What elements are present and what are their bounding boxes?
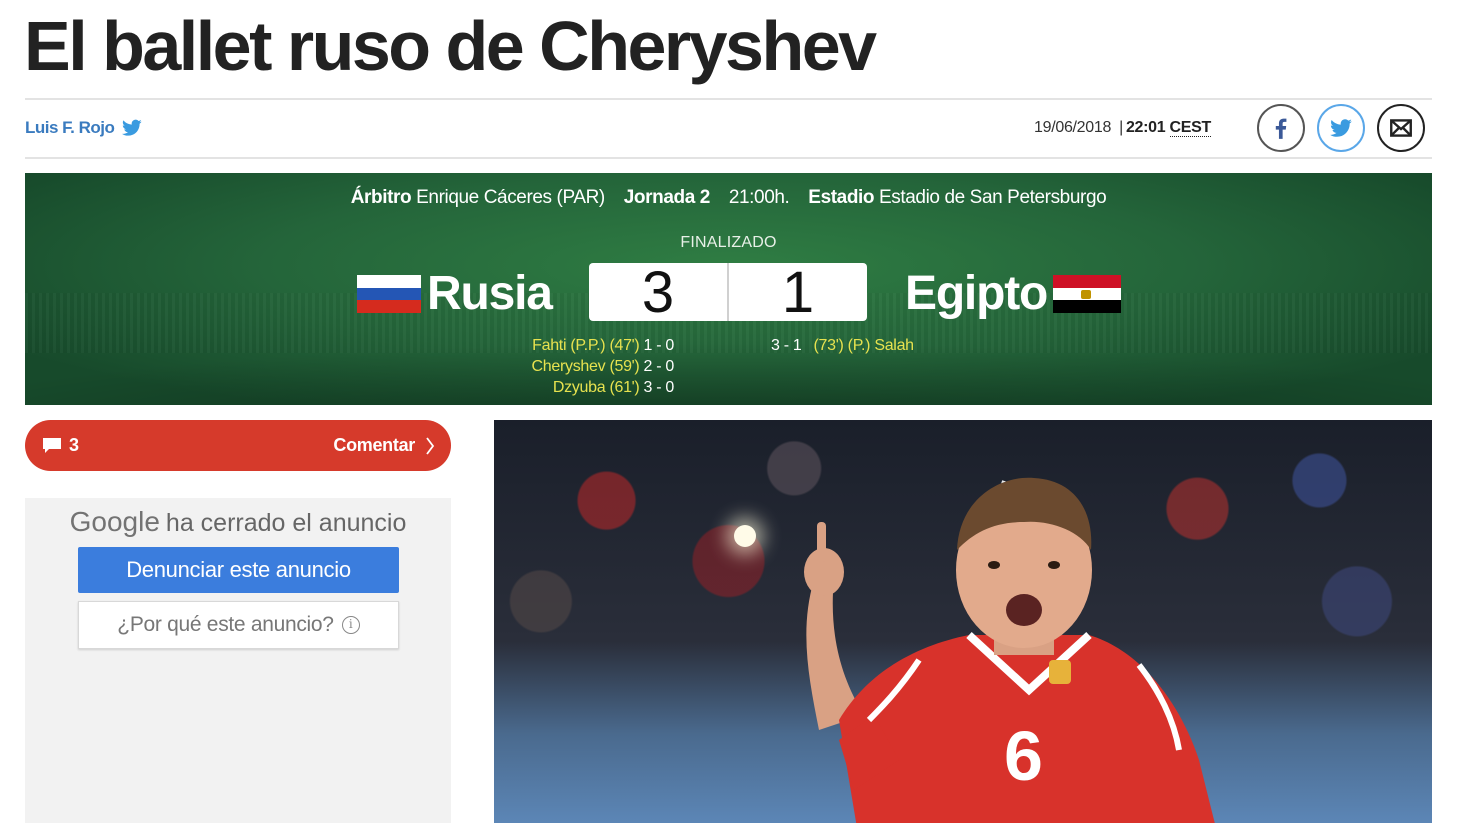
goal-row: Cheryshev (59') 2 - 0	[531, 356, 675, 377]
divider	[25, 157, 1432, 159]
why-this-ad-label: ¿Por qué este anuncio?	[117, 613, 334, 636]
timezone-abbr[interactable]: CEST	[1169, 119, 1211, 137]
chevron-right-icon	[426, 436, 435, 455]
match-scoreboard: Árbitro Enrique Cáceres (PAR) Jornada 2 …	[25, 173, 1432, 405]
match-status: FINALIZADO	[680, 234, 777, 251]
goal-score: 3 - 1	[771, 337, 802, 354]
stadium-light	[734, 525, 756, 547]
share-email-button[interactable]	[1377, 104, 1425, 152]
article-headline: El ballet ruso de Cheryshev	[24, 7, 877, 85]
publish-meta: 19/06/2018 | 22:01 CEST	[1034, 119, 1211, 137]
goal-row: Fahti (P.P.) (47') 1 - 0	[532, 335, 674, 356]
goal-scorer: Cheryshev (59')	[531, 358, 640, 375]
meta-separator: |	[1119, 119, 1123, 136]
home-team-name[interactable]: Rusia	[427, 264, 553, 324]
away-team-name[interactable]: Egipto	[905, 264, 1048, 324]
goal-score: 3 - 0	[643, 379, 674, 396]
stadium-name: Estadio de San Petersburgo	[879, 187, 1107, 208]
stadium-label: Estadio	[808, 187, 875, 208]
goal-score: 2 - 0	[643, 358, 674, 375]
score-box: 3 1	[589, 259, 867, 325]
google-logo: Google	[69, 506, 160, 537]
facebook-icon	[1275, 118, 1287, 139]
share-twitter-button[interactable]	[1317, 104, 1365, 152]
kickoff-time: 21:00h.	[728, 187, 790, 208]
comments-button[interactable]: 3 Comentar	[25, 420, 451, 471]
svg-text:6: 6	[1004, 717, 1043, 795]
comment-bubble-icon	[43, 437, 61, 453]
ad-closed-panel: Google ha cerrado el anuncio Denunciar es…	[25, 498, 451, 823]
article-photo[interactable]: 6	[494, 420, 1432, 823]
goal-row: 3 - 1 (73') (P.) Salah	[771, 335, 914, 356]
home-goals-list: Fahti (P.P.) (47') 1 - 0 Cheryshev (59') 2…	[531, 335, 675, 398]
russia-flag-icon	[357, 275, 421, 314]
home-team[interactable]: Rusia	[357, 264, 553, 324]
report-ad-button[interactable]: Denunciar este anuncio	[78, 547, 399, 593]
twitter-icon[interactable]	[122, 119, 143, 137]
info-icon: i	[341, 616, 360, 634]
goal-row: Dzyuba (61') 3 - 0	[532, 377, 674, 398]
byline[interactable]: Luis F. Rojo	[25, 118, 143, 138]
away-team[interactable]: Egipto	[905, 264, 1122, 324]
twitter-icon	[1330, 119, 1352, 137]
comment-cta[interactable]: Comentar	[333, 435, 435, 456]
celebrating-player-illustration: 6	[804, 477, 1215, 823]
publish-time: 22:01	[1125, 119, 1166, 136]
share-facebook-button[interactable]	[1257, 104, 1305, 152]
goal-scorer: (73') (P.) Salah	[813, 337, 915, 354]
why-this-ad-button[interactable]: ¿Por qué este anuncio? i	[78, 601, 399, 649]
author-name[interactable]: Luis F. Rojo	[25, 118, 115, 138]
divider	[25, 98, 1432, 100]
goal-scorer: Dzyuba (61')	[552, 379, 640, 396]
egypt-flag-icon	[1053, 275, 1122, 314]
match-info: Árbitro Enrique Cáceres (PAR) Jornada 2 …	[25, 187, 1432, 209]
away-goals-list: 3 - 1 (73') (P.) Salah	[771, 335, 914, 356]
comment-cta-label: Comentar	[333, 435, 415, 455]
matchday: Jornada 2	[623, 187, 711, 208]
mail-icon	[1390, 119, 1412, 137]
referee-name: Enrique Cáceres (PAR)	[416, 187, 605, 208]
referee-label: Árbitro	[350, 187, 412, 208]
ad-closed-text: ha cerrado el anuncio	[165, 509, 407, 537]
goal-score: 1 - 0	[643, 337, 674, 354]
publish-date: 19/06/2018	[1034, 119, 1112, 136]
home-score: 3	[641, 259, 675, 325]
goal-scorer: Fahti (P.P.) (47')	[532, 337, 640, 354]
away-score: 1	[727, 260, 867, 325]
ad-closed-message: Google ha cerrado el anuncio	[25, 506, 451, 538]
comment-count: 3	[69, 435, 80, 455]
